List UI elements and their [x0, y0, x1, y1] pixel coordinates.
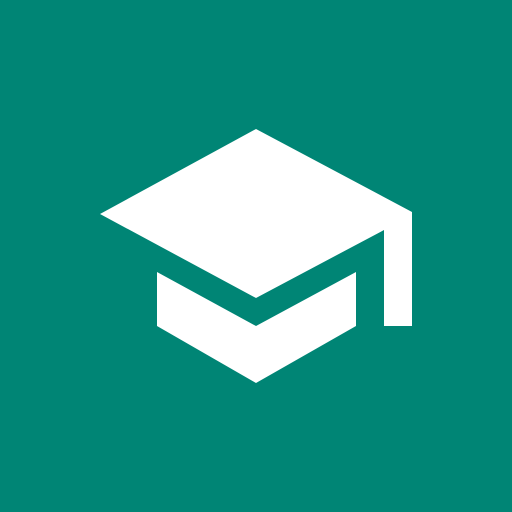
app-icon-svg [0, 0, 512, 512]
app-icon-tile [0, 0, 512, 512]
